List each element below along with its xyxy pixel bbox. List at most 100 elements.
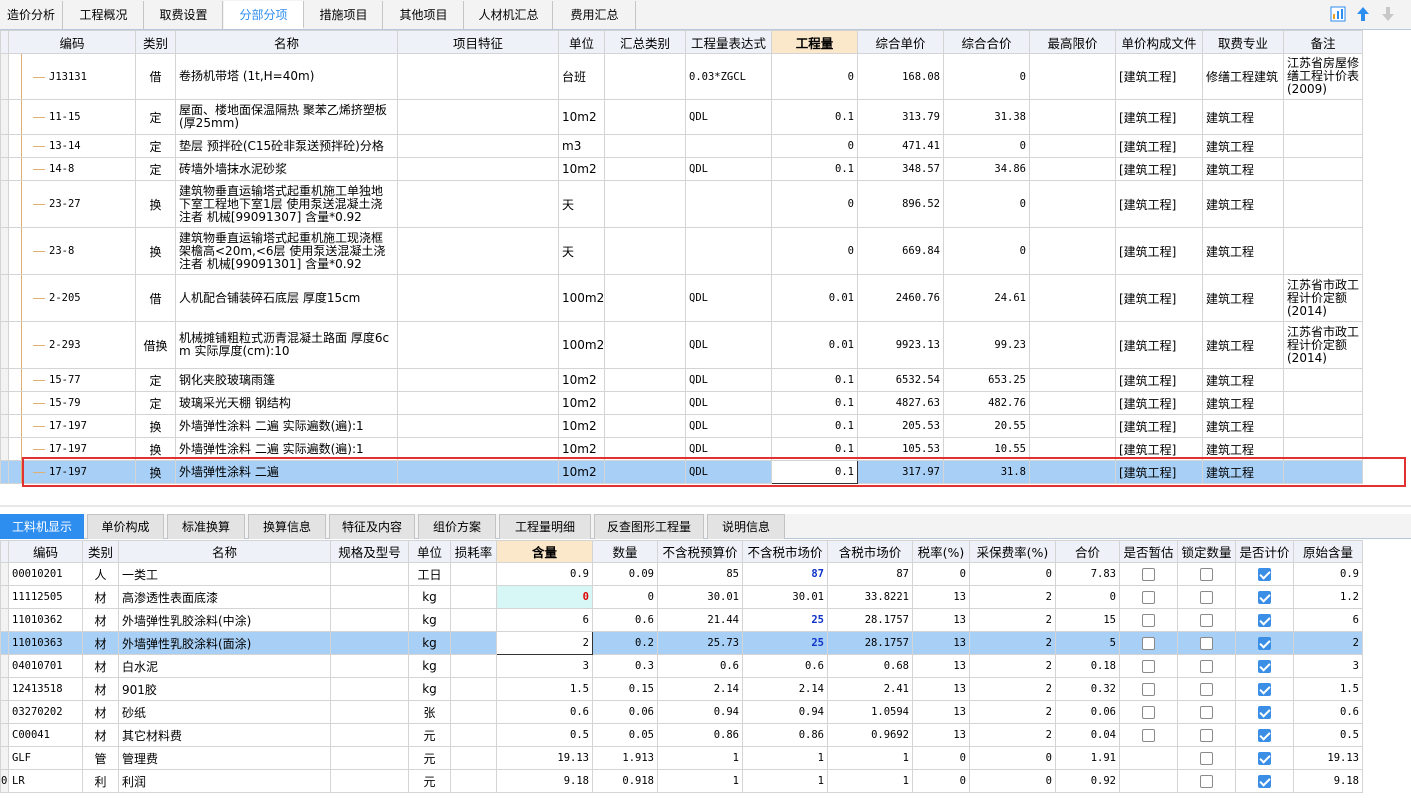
cell-code[interactable]: 15-77 bbox=[8, 368, 136, 392]
row-number[interactable]: 0 bbox=[0, 769, 9, 793]
cell-feature[interactable] bbox=[397, 460, 559, 484]
table-row[interactable]: 17-197 换外墙弹性涂料 二遍 10m2 QDL 0.1 317.97 31.8 [建筑工… bbox=[0, 460, 1363, 484]
cell-quantity[interactable]: 1.913 bbox=[592, 746, 658, 770]
cell-quantity[interactable]: 0.09 bbox=[592, 562, 658, 586]
cell-qty[interactable]: 0 bbox=[771, 53, 858, 100]
checkbox[interactable] bbox=[1258, 774, 1271, 788]
checkbox[interactable] bbox=[1258, 659, 1271, 673]
cell-budget-price[interactable]: 1 bbox=[657, 746, 743, 770]
cell-max-price[interactable] bbox=[1029, 180, 1116, 228]
checkbox[interactable] bbox=[1200, 659, 1213, 673]
col-fee-rate[interactable]: 采保费率(%) bbox=[969, 540, 1056, 563]
col-lock-qty[interactable]: 锁定数量 bbox=[1177, 540, 1236, 563]
cell-fee-major[interactable]: 建筑工程 bbox=[1202, 99, 1284, 135]
checkbox[interactable] bbox=[1200, 567, 1213, 581]
cell-note[interactable] bbox=[1283, 134, 1363, 158]
cell-spec[interactable] bbox=[330, 631, 409, 655]
checkbox[interactable] bbox=[1142, 659, 1155, 673]
cell-type[interactable]: 借 bbox=[135, 274, 176, 322]
cell-qty-expr[interactable] bbox=[685, 227, 772, 275]
row-number[interactable] bbox=[0, 631, 9, 655]
cell-price-file[interactable]: [建筑工程] bbox=[1115, 134, 1203, 158]
cell-summary-type[interactable] bbox=[604, 99, 686, 135]
cell-name[interactable]: 砖墙外墙抹水泥砂浆 bbox=[175, 157, 398, 181]
cell-fee-rate[interactable]: 2 bbox=[969, 723, 1056, 747]
cell-tax-rate[interactable]: 13 bbox=[912, 677, 970, 701]
cell-tax-rate[interactable]: 13 bbox=[912, 585, 970, 609]
cell-summary-type[interactable] bbox=[604, 460, 686, 484]
cell-loss-rate[interactable] bbox=[450, 654, 497, 678]
cell-name[interactable]: 屋面、楼地面保温隔热 聚苯乙烯挤塑板(厚25mm) bbox=[175, 99, 398, 135]
cell-loss-rate[interactable] bbox=[450, 631, 497, 655]
row-number[interactable] bbox=[0, 562, 9, 586]
cell-name[interactable]: 玻璃采光天棚 钢结构 bbox=[175, 391, 398, 415]
cell-feature[interactable] bbox=[397, 53, 559, 100]
col-market-price[interactable]: 不含税市场价 bbox=[742, 540, 828, 563]
cell-code[interactable]: LR bbox=[8, 769, 83, 793]
cell-lock-qty[interactable] bbox=[1177, 723, 1236, 747]
checkbox[interactable] bbox=[1258, 613, 1271, 627]
cell-lock-qty[interactable] bbox=[1177, 562, 1236, 586]
checkbox[interactable] bbox=[1258, 567, 1271, 581]
cell-feature[interactable] bbox=[397, 368, 559, 392]
cell-max-price[interactable] bbox=[1029, 227, 1116, 275]
tab-fee-summary[interactable]: 费用汇总 bbox=[554, 1, 636, 29]
col-loss-rate[interactable]: 损耗率 bbox=[450, 540, 497, 563]
col-fee-major[interactable]: 取费专业 bbox=[1202, 30, 1284, 54]
cell-content[interactable]: 1.5 bbox=[496, 677, 593, 701]
cell-unit[interactable]: 10m2 bbox=[558, 391, 605, 415]
cell-tax-rate[interactable]: 0 bbox=[912, 746, 970, 770]
checkbox[interactable] bbox=[1200, 636, 1213, 650]
cell-qty-expr[interactable] bbox=[685, 180, 772, 228]
arrow-up-icon[interactable] bbox=[1355, 6, 1371, 22]
cell-code[interactable]: 2-205 bbox=[8, 274, 136, 322]
cell-spec[interactable] bbox=[330, 700, 409, 724]
tab-description[interactable]: 说明信息 bbox=[707, 514, 785, 539]
cell-summary-type[interactable] bbox=[604, 134, 686, 158]
cell-feature[interactable] bbox=[397, 437, 559, 461]
cell-code[interactable]: J13131 bbox=[8, 53, 136, 100]
cell-feature[interactable] bbox=[397, 134, 559, 158]
cell-name[interactable]: 建筑物垂直运输塔式起重机施工现浇框架檐高<20m,<6层 使用泵送混凝土浇注者 … bbox=[175, 227, 398, 275]
col-qty[interactable]: 工程量 bbox=[771, 30, 858, 54]
checkbox[interactable] bbox=[1258, 751, 1271, 765]
cell-priced[interactable] bbox=[1235, 631, 1294, 655]
cell-code[interactable]: 12413518 bbox=[8, 677, 83, 701]
cell-priced[interactable] bbox=[1235, 585, 1294, 609]
cell-code[interactable]: 11112505 bbox=[8, 585, 83, 609]
cell-feature[interactable] bbox=[397, 180, 559, 228]
cell-fee-major[interactable]: 建筑工程 bbox=[1202, 414, 1284, 438]
cell-type[interactable]: 材 bbox=[82, 723, 119, 747]
cell-type[interactable]: 定 bbox=[135, 368, 176, 392]
cell-name[interactable]: 钢化夹胶玻璃雨篷 bbox=[175, 368, 398, 392]
cell-max-price[interactable] bbox=[1029, 134, 1116, 158]
cell-summary-type[interactable] bbox=[604, 368, 686, 392]
cell-quantity[interactable]: 0.6 bbox=[592, 608, 658, 632]
cell-max-price[interactable] bbox=[1029, 460, 1116, 484]
cell-lock-qty[interactable] bbox=[1177, 585, 1236, 609]
cell-content[interactable]: 19.13 bbox=[496, 746, 593, 770]
table-row[interactable]: 11112505 材高渗透性表面底漆 kg 0 0 30.01 30.01 33.8221 13… bbox=[0, 585, 1363, 609]
cell-summary-type[interactable] bbox=[604, 157, 686, 181]
cell-provisional[interactable] bbox=[1119, 562, 1178, 586]
cell-unit[interactable]: 10m2 bbox=[558, 460, 605, 484]
cell-unit[interactable]: 天 bbox=[558, 180, 605, 228]
cell-qty-expr[interactable]: QDL bbox=[685, 391, 772, 415]
cell-name[interactable]: 建筑物垂直运输塔式起重机施工单独地下室工程地下室1层 使用泵送混凝土浇注者 机械… bbox=[175, 180, 398, 228]
cell-budget-price[interactable]: 0.94 bbox=[657, 700, 743, 724]
cell-priced[interactable] bbox=[1235, 746, 1294, 770]
table-row[interactable]: 00010201 人一类工 工日 0.9 0.09 85 87 87 0 0 7.83 0.9 bbox=[0, 562, 1363, 586]
cell-fee-rate[interactable]: 2 bbox=[969, 700, 1056, 724]
checkbox[interactable] bbox=[1258, 682, 1271, 696]
cell-qty[interactable]: 0.1 bbox=[771, 157, 858, 181]
cell-tax-market-price[interactable]: 87 bbox=[827, 562, 913, 586]
row-number[interactable] bbox=[0, 700, 9, 724]
table-row[interactable]: 0 LR 利利润元 9.18 0.918 1 1 1 0 0 0.92 9.18 bbox=[0, 769, 1363, 793]
cell-market-price[interactable]: 0.6 bbox=[742, 654, 828, 678]
cell-qty-expr[interactable]: QDL bbox=[685, 99, 772, 135]
cell-fee-major[interactable]: 建筑工程 bbox=[1202, 227, 1284, 275]
cell-name[interactable]: 高渗透性表面底漆 bbox=[118, 585, 331, 609]
table-row[interactable]: 14-8 定砖墙外墙抹水泥砂浆 10m2 QDL 0.1 348.57 34.86 [建筑工程… bbox=[0, 157, 1363, 181]
checkbox[interactable] bbox=[1200, 590, 1213, 604]
cell-summary-type[interactable] bbox=[604, 180, 686, 228]
